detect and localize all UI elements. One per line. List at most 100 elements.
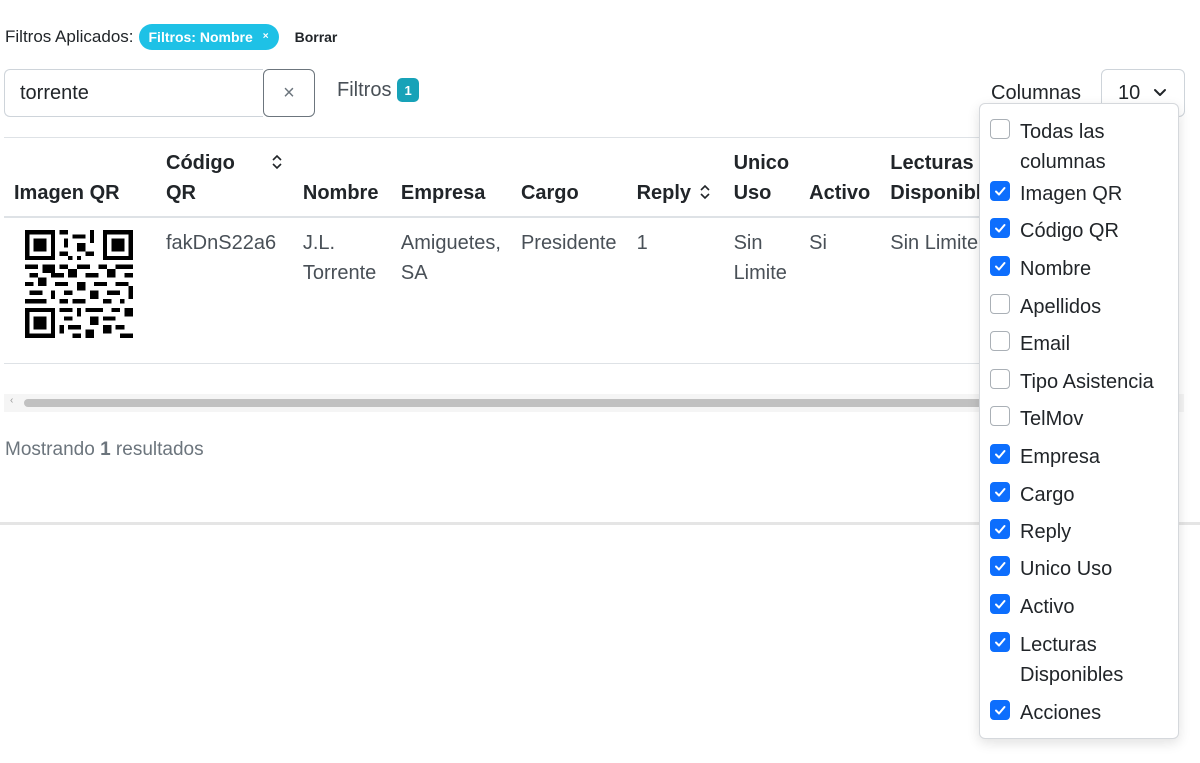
checkbox[interactable] xyxy=(990,119,1010,139)
columns-dropdown-menu: Todas las columnas Imagen QR Código QR N… xyxy=(979,103,1179,739)
checkmark-icon xyxy=(995,224,1006,233)
header-cargo[interactable]: Cargo xyxy=(510,137,627,218)
sort-icon[interactable] xyxy=(271,154,283,170)
cell-codigo-qr: fakDnS22a6 xyxy=(156,217,293,364)
header-text: Código QR xyxy=(166,148,235,208)
checkmark-icon xyxy=(995,262,1006,271)
column-option-label: Empresa xyxy=(1020,446,1101,468)
header-label: Activo xyxy=(809,182,871,204)
header-nombre[interactable]: Nombre xyxy=(292,137,391,218)
checkmark-icon xyxy=(995,488,1006,497)
column-option-todas[interactable]: Todas las columnas xyxy=(990,117,1175,177)
column-option-label: Código QR xyxy=(1020,220,1119,242)
header-label: Imagen QR xyxy=(14,182,120,204)
filter-chip-label: Filtros: Nombre xyxy=(148,29,253,45)
cell-activo: Si xyxy=(799,217,881,364)
cell-text: J.L. xyxy=(302,232,336,254)
filters-toggle-label: Filtros xyxy=(337,78,392,101)
sort-icon[interactable] xyxy=(699,184,711,200)
columns-button[interactable]: Columnas xyxy=(991,82,1081,105)
sortable-header: Reply xyxy=(637,178,714,208)
column-option-activo[interactable]: Activo xyxy=(990,592,1175,622)
clear-search-button[interactable]: × xyxy=(263,69,315,117)
column-option-apellidos[interactable]: Apellidos xyxy=(990,292,1175,322)
column-option-label: TelMov xyxy=(1020,408,1084,430)
column-option-tipo-asistencia[interactable]: Tipo Asistencia xyxy=(990,367,1175,397)
checkbox-checked[interactable] xyxy=(990,256,1010,276)
table-row[interactable]: fakDnS22a6 J.L. Torrente Amiguetes, SA P… xyxy=(4,217,1014,364)
header-label: Reply xyxy=(636,182,692,204)
column-option-label: Lecturas Disponibles xyxy=(1020,634,1124,686)
header-codigo-qr[interactable]: Código QR xyxy=(156,137,293,218)
search-input[interactable] xyxy=(4,69,263,117)
checkmark-icon xyxy=(995,706,1006,715)
cell-nombre: J.L. Torrente xyxy=(292,217,391,364)
header-unico-uso[interactable]: Unico Uso xyxy=(723,137,800,218)
filter-chip-nombre[interactable]: Filtros: Nombre × xyxy=(138,24,279,50)
column-option-label: Cargo xyxy=(1020,484,1075,506)
cell-unico-uso: Sin Limite xyxy=(723,217,800,364)
column-option-unico-uso[interactable]: Unico Uso xyxy=(990,554,1175,584)
filters-count-badge: 1 xyxy=(397,78,419,102)
checkbox-checked[interactable] xyxy=(990,482,1010,502)
applied-filters-bar: Filtros Aplicados: Filtros: Nombre × Bor… xyxy=(5,24,337,50)
checkbox-checked[interactable] xyxy=(990,181,1010,201)
column-option-label: Reply xyxy=(1020,521,1072,543)
column-option-acciones[interactable]: Acciones xyxy=(990,698,1175,728)
cell-text: Sin xyxy=(733,232,763,254)
column-option-label: Unico Uso xyxy=(1020,558,1113,580)
column-option-label: Activo xyxy=(1020,596,1075,618)
column-option-empresa[interactable]: Empresa xyxy=(990,442,1175,472)
filters-toggle-button[interactable]: Filtros 1 xyxy=(337,78,419,102)
column-option-imagen-qr[interactable]: Imagen QR xyxy=(990,179,1175,209)
header-label: Unico xyxy=(733,152,790,174)
header-label: Empresa xyxy=(400,182,486,204)
column-option-email[interactable]: Email xyxy=(990,329,1175,359)
column-option-telmov[interactable]: TelMov xyxy=(990,404,1175,434)
qr-code-icon xyxy=(25,230,133,338)
checkbox[interactable] xyxy=(990,294,1010,314)
checkbox-checked[interactable] xyxy=(990,556,1010,576)
scroll-left-icon[interactable]: ‹ xyxy=(10,395,13,406)
close-icon: × xyxy=(283,81,295,104)
column-option-label: Tipo Asistencia xyxy=(1020,371,1154,393)
header-imagen-qr[interactable]: Imagen QR xyxy=(4,137,156,218)
checkmark-icon xyxy=(995,187,1006,196)
cell-text: Torrente xyxy=(302,262,377,284)
header-reply[interactable]: Reply xyxy=(626,137,724,218)
applied-filters-label: Filtros Aplicados: xyxy=(5,27,134,46)
checkmark-icon xyxy=(995,600,1006,609)
checkbox-checked[interactable] xyxy=(990,519,1010,539)
column-option-nombre[interactable]: Nombre xyxy=(990,254,1175,284)
checkbox-checked[interactable] xyxy=(990,218,1010,238)
header-activo[interactable]: Activo xyxy=(799,137,881,218)
results-count: Mostrando 1 resultados xyxy=(5,439,204,461)
table-header-row: Imagen QR Código QR Nombre Empresa Cargo… xyxy=(4,137,1014,218)
checkbox-checked[interactable] xyxy=(990,444,1010,464)
chip-close-icon[interactable]: × xyxy=(263,32,269,42)
header-label: QR xyxy=(166,182,196,204)
chevron-down-icon xyxy=(1154,89,1166,96)
checkbox[interactable] xyxy=(990,331,1010,351)
column-option-label: Apellidos xyxy=(1020,296,1102,318)
column-option-codigo-qr[interactable]: Código QR xyxy=(990,216,1175,246)
header-label: Uso xyxy=(733,182,772,204)
cell-text: SA xyxy=(400,262,428,284)
header-label: Nombre xyxy=(302,182,379,204)
checkbox-checked[interactable] xyxy=(990,700,1010,720)
column-option-label: Imagen QR xyxy=(1020,183,1123,205)
checkbox[interactable] xyxy=(990,406,1010,426)
header-empresa[interactable]: Empresa xyxy=(390,137,511,218)
checkbox[interactable] xyxy=(990,369,1010,389)
column-option-label: Todas las columnas xyxy=(1020,121,1106,173)
cell-imagen-qr xyxy=(4,217,156,364)
sortable-header: Código QR xyxy=(166,148,283,208)
clear-filters-link[interactable]: Borrar xyxy=(295,29,338,45)
checkbox-checked[interactable] xyxy=(990,632,1010,652)
scrollbar-thumb[interactable] xyxy=(24,399,984,407)
column-option-lecturas-disponibles[interactable]: Lecturas Disponibles xyxy=(990,630,1175,690)
checkbox-checked[interactable] xyxy=(990,594,1010,614)
column-option-reply[interactable]: Reply xyxy=(990,517,1175,547)
checkmark-icon xyxy=(995,525,1006,534)
column-option-cargo[interactable]: Cargo xyxy=(990,480,1175,510)
